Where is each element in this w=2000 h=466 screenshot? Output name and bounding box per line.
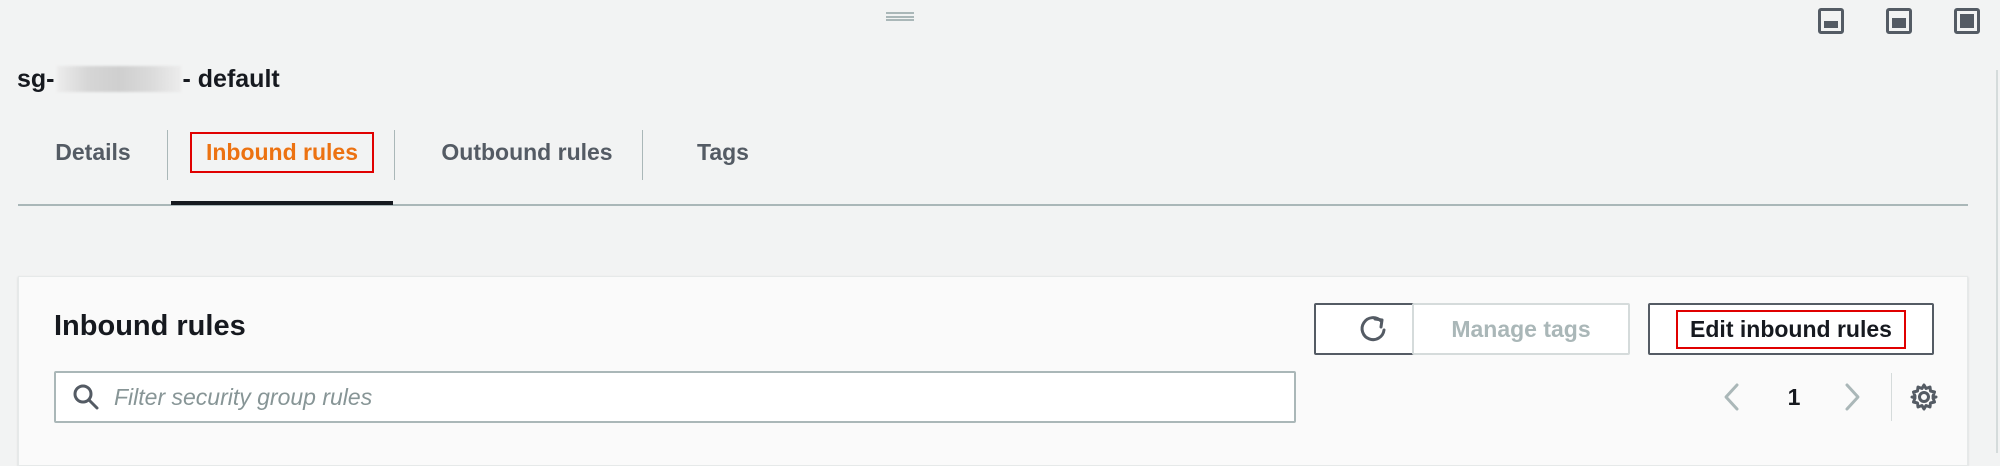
- filter-search-box: [54, 371, 1296, 423]
- gear-icon: [1910, 383, 1938, 411]
- tab-divider: [642, 130, 643, 180]
- tab-divider: [394, 130, 395, 180]
- panel-center-icon[interactable]: [1886, 8, 1912, 34]
- scrollbar[interactable]: [1996, 70, 1998, 453]
- filter-input[interactable]: [112, 376, 1294, 418]
- tab-tags[interactable]: Tags: [661, 114, 785, 190]
- search-icon: [73, 384, 99, 410]
- panel-full-icon[interactable]: [1954, 8, 1980, 34]
- chevron-left-icon: [1724, 383, 1739, 411]
- tab-outbound-rules[interactable]: Outbound rules: [396, 114, 658, 190]
- tab-label: Inbound rules: [189, 131, 375, 173]
- redacted-sg-id: [56, 66, 181, 92]
- manage-tags-label: Manage tags: [1451, 315, 1591, 342]
- chevron-right-icon: [1845, 383, 1860, 411]
- tab-label: Outbound rules: [441, 138, 613, 165]
- tab-inbound-rules[interactable]: Inbound rules: [171, 114, 393, 190]
- resize-handle[interactable]: [886, 12, 914, 21]
- tab-divider: [167, 130, 168, 180]
- pager-divider: [1891, 373, 1892, 421]
- sg-name-suffix: - default: [182, 65, 280, 93]
- previous-page-button[interactable]: [1714, 371, 1750, 423]
- tab-details[interactable]: Details: [18, 114, 168, 190]
- panel-title: Inbound rules: [54, 310, 246, 342]
- next-page-button[interactable]: [1834, 371, 1870, 423]
- active-tab-indicator: [171, 201, 393, 205]
- edit-inbound-rules-button[interactable]: Edit inbound rules: [1648, 303, 1934, 355]
- edit-inbound-rules-label: Edit inbound rules: [1676, 309, 1906, 349]
- page-number[interactable]: 1: [1779, 371, 1809, 423]
- refresh-icon: [1360, 316, 1386, 342]
- tab-label: Details: [55, 138, 131, 165]
- current-page: 1: [1787, 383, 1801, 410]
- inbound-rules-panel: Inbound rules Manage tags Edit inbound r…: [18, 276, 1968, 466]
- settings-button[interactable]: [1904, 377, 1944, 417]
- security-group-title: sg- - default: [17, 64, 280, 94]
- manage-tags-button[interactable]: Manage tags: [1412, 303, 1630, 355]
- tab-bar: Details Inbound rules Outbound rules Tag…: [18, 128, 1968, 206]
- tab-label: Tags: [697, 138, 749, 165]
- panel-bottom-icon[interactable]: [1818, 8, 1844, 34]
- sg-id-prefix: sg-: [17, 65, 55, 93]
